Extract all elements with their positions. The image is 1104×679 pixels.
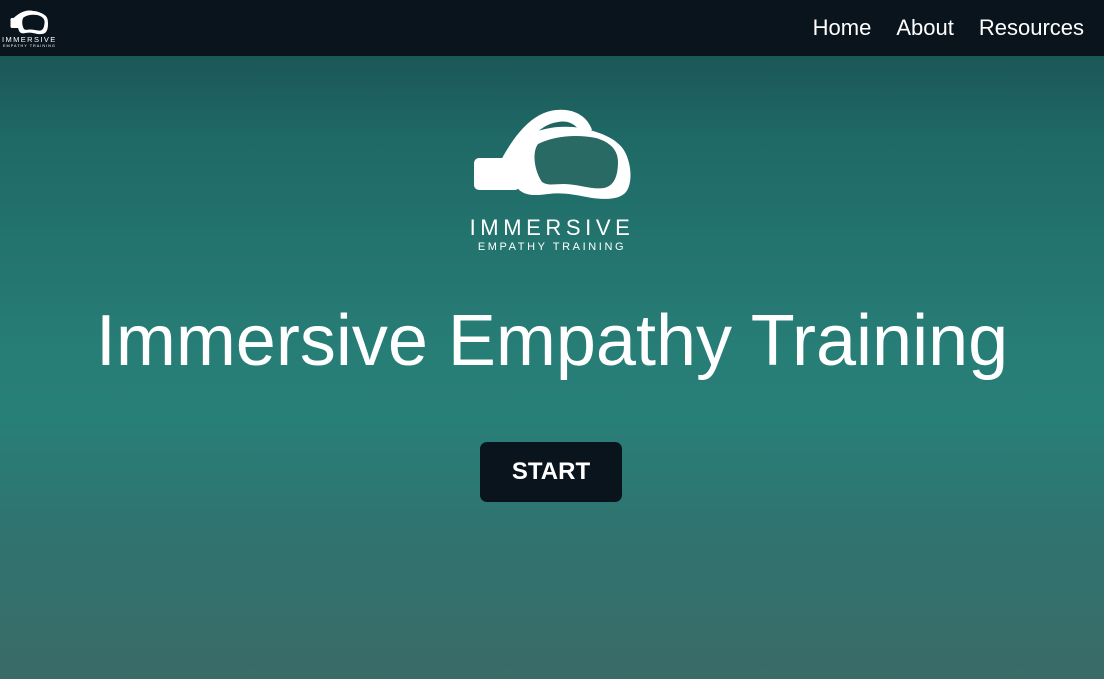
nav-home-link[interactable]: Home <box>813 15 872 41</box>
vr-headset-icon <box>10 10 48 35</box>
top-navbar: IMMERSIVE EMPATHY TRAINING Home About Re… <box>0 0 1104 56</box>
vr-headset-icon <box>474 109 631 199</box>
nav-about-link[interactable]: About <box>896 15 954 41</box>
nav-links: Home About Resources <box>813 0 1084 56</box>
brand-logo-link[interactable]: IMMERSIVE EMPATHY TRAINING <box>0 5 56 49</box>
page-title: Immersive Empathy Training <box>95 301 1009 381</box>
nav-brand-name: IMMERSIVE <box>2 35 57 44</box>
hero-brand-tagline: EMPATHY TRAINING <box>477 241 627 253</box>
hero-brand-name: IMMERSIVE <box>469 215 635 240</box>
nav-brand-tagline: EMPATHY TRAINING <box>3 44 56 48</box>
start-button[interactable]: START <box>480 442 622 502</box>
nav-resources-link[interactable]: Resources <box>979 15 1084 41</box>
hero-logo: IMMERSIVE EMPATHY TRAINING <box>459 104 645 254</box>
